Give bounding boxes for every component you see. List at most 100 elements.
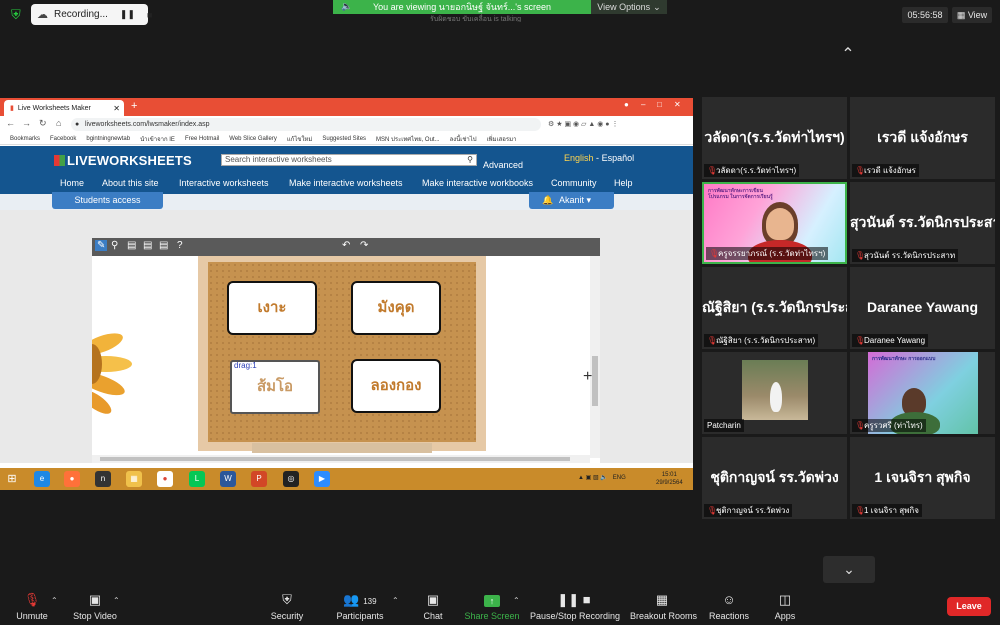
crosshair-cursor-icon: + xyxy=(583,368,593,385)
window-close-icon[interactable]: ✕ xyxy=(674,100,681,109)
save-tool-icon[interactable]: ▤ xyxy=(159,240,168,251)
firefox-icon[interactable]: ● xyxy=(64,471,80,487)
word-card[interactable]: เงาะ xyxy=(227,281,317,335)
audio-options-caret-icon[interactable]: ⌃ xyxy=(51,596,58,605)
menu-make-workbooks[interactable]: Make interactive workbooks xyxy=(422,178,533,188)
participant-tile-speaking[interactable]: การพัฒนาทักษะการเขียนโปรแกรม ในการจัดการ… xyxy=(702,182,847,264)
bookmark-item[interactable]: Facebook xyxy=(50,136,76,142)
profile-dot-icon[interactable]: ● xyxy=(624,100,629,109)
reactions-button[interactable]: ☺ Reactions xyxy=(708,592,750,622)
participant-tile[interactable]: 1 เจนจิรา สุพกิจ 🎙 1 เจนจิรา สุพกิจ xyxy=(850,437,995,519)
search-icon[interactable]: ⚲ xyxy=(467,155,473,165)
participant-tile[interactable]: ชุติกาญจน์ รร.วัดพ่วง 🎙 ชุติกาญจน์ รร.วัด… xyxy=(702,437,847,519)
unmute-button[interactable]: 🎙 Unmute xyxy=(14,592,50,622)
view-options-button[interactable]: View Options ⌄ xyxy=(591,0,667,14)
bookmark-item[interactable]: Free Hotmail xyxy=(185,136,219,142)
stop-recording-icon[interactable]: ■ xyxy=(147,10,152,20)
user-menu-button[interactable]: 🔔 Akanit ▾ xyxy=(529,192,614,209)
security-button[interactable]: ⛨ Security xyxy=(268,592,306,622)
browser-tab[interactable]: ▮ Live Worksheets Maker ✕ xyxy=(4,100,124,116)
word-card[interactable]: ลองกอง xyxy=(351,359,441,413)
horizontal-scroll-thumb[interactable] xyxy=(100,457,570,461)
participant-tile[interactable]: Daranee Yawang 🎙 Daranee Yawang xyxy=(850,267,995,349)
extensions-icons[interactable]: ⚙ ★ ▣ ◉ ▱ ▲ ◉ ● ⋮ xyxy=(548,120,618,128)
drag-card[interactable]: drag:1 ส้มโอ xyxy=(230,360,320,414)
preview-tool-icon[interactable]: ⚲ xyxy=(111,240,118,251)
site-logo[interactable]: LIVEWORKSHEETS xyxy=(54,153,192,168)
video-options-caret-icon[interactable]: ⌃ xyxy=(113,596,120,605)
bookmark-item[interactable]: แก้ไขใหม่ xyxy=(287,134,312,144)
advanced-search-link[interactable]: Advanced xyxy=(483,160,523,170)
explorer-icon[interactable]: ▦ xyxy=(126,471,142,487)
participants-button[interactable]: 👥 139 Participants xyxy=(335,592,385,622)
settings-tool-icon[interactable]: ▤ xyxy=(143,240,152,251)
participant-tile[interactable]: วลัดดา(ร.ร.วัดท่าไทรฯ) 🎙 วลัดดา(ร.ร.วัดท่… xyxy=(702,97,847,179)
zoom-icon[interactable]: ▶ xyxy=(314,471,330,487)
gallery-scroll-up-icon[interactable]: ⌃ xyxy=(835,47,861,63)
word-icon[interactable]: W xyxy=(220,471,236,487)
bookmark-item[interactable]: MSN ประเทศไทย, Out... xyxy=(376,134,440,144)
leave-button[interactable]: Leave xyxy=(947,597,991,616)
share-screen-button[interactable]: ↑ Share Screen xyxy=(464,592,520,622)
ie-icon[interactable]: e xyxy=(34,471,50,487)
url-field[interactable]: ● liveworksheets.com/lwsmaker/index.asp xyxy=(71,118,541,131)
pause-stop-recording-button[interactable]: ❚❚ ■ Pause/Stop Recording xyxy=(530,592,620,622)
pause-recording-icon[interactable]: ❚❚ xyxy=(120,9,135,20)
students-access-button[interactable]: Students access xyxy=(52,192,163,209)
participant-tile[interactable]: Patcharin xyxy=(702,352,847,434)
participant-tile[interactable]: ณัฐิสิยา (ร.ร.วัดนิกรประสาท) 🎙ณัฐิสิยา (… xyxy=(702,267,847,349)
gallery-scroll-down-icon[interactable]: ⌄ xyxy=(823,556,875,583)
site-search-input[interactable]: Search interactive worksheets ⚲ xyxy=(221,154,477,166)
bookmark-item[interactable]: เพิ่มเสอรมา xyxy=(487,134,517,144)
tab-close-icon[interactable]: ✕ xyxy=(113,104,120,113)
new-tab-icon[interactable]: + xyxy=(131,100,137,112)
word-card[interactable]: มังคุด xyxy=(351,281,441,335)
powerpoint-icon[interactable]: P xyxy=(251,471,267,487)
menu-about[interactable]: About this site xyxy=(102,178,159,188)
breakout-rooms-button[interactable]: ▦ Breakout Rooms xyxy=(630,592,697,622)
windows-start-icon[interactable]: ⊞ xyxy=(4,471,20,487)
bookmark-item[interactable]: bgintningnewtab xyxy=(86,136,130,142)
bookmark-item[interactable]: Suggested Sites xyxy=(322,136,366,142)
obs-icon[interactable]: ◎ xyxy=(283,471,299,487)
worksheet-canvas[interactable]: เงาะ มังคุด drag:1 ส้มโอ ลองกอง xyxy=(92,256,600,463)
bookmark-item[interactable]: ลงนี้เช่าไป xyxy=(450,134,477,144)
chat-button[interactable]: ▣ Chat xyxy=(420,592,446,622)
back-icon[interactable]: ← xyxy=(6,118,15,128)
chrome-icon[interactable]: ● xyxy=(157,471,173,487)
apps-button[interactable]: ◫ Apps xyxy=(772,592,798,622)
redo-icon[interactable]: ↷ xyxy=(360,240,368,251)
menu-community[interactable]: Community xyxy=(551,178,597,188)
input-lang[interactable]: ENG xyxy=(613,475,626,481)
menu-help[interactable]: Help xyxy=(614,178,633,188)
help-tool-icon[interactable]: ? xyxy=(177,240,183,251)
lang-spanish-link[interactable]: Español xyxy=(602,153,635,163)
bookmark-item[interactable]: นำเข้าจาก IE xyxy=(140,134,175,144)
home-icon[interactable]: ⌂ xyxy=(56,118,61,128)
forward-icon[interactable]: → xyxy=(22,118,31,128)
nox-icon[interactable]: n xyxy=(95,471,111,487)
line-icon[interactable]: L xyxy=(189,471,205,487)
share-options-caret-icon[interactable]: ⌃ xyxy=(513,596,520,605)
edit-tool-icon[interactable]: ✎ xyxy=(95,240,108,251)
maximize-icon[interactable]: □ xyxy=(657,100,662,109)
bell-icon[interactable]: 🔔 xyxy=(542,192,553,209)
security-shield-icon[interactable]: ⛨ xyxy=(11,7,25,23)
participant-tile[interactable]: การพัฒนาทักษะ การออกแบบ 🎙 ครูรวศรี (ท่าไท… xyxy=(850,352,995,434)
undo-icon[interactable]: ↶ xyxy=(342,240,350,251)
participants-options-caret-icon[interactable]: ⌃ xyxy=(392,596,399,605)
reload-icon[interactable]: ↻ xyxy=(39,118,47,129)
vertical-scroll-thumb[interactable] xyxy=(592,356,598,406)
bookmark-item[interactable]: Web Slice Gallery xyxy=(229,136,277,142)
bookmark-item[interactable]: Bookmarks xyxy=(10,136,40,142)
menu-interactive-worksheets[interactable]: Interactive worksheets xyxy=(179,178,269,188)
view-button[interactable]: ▦ View xyxy=(952,7,992,23)
menu-make-worksheets[interactable]: Make interactive worksheets xyxy=(289,178,403,188)
share-screen-label: Share Screen xyxy=(464,611,520,621)
page-tool-icon[interactable]: ▤ xyxy=(127,240,136,251)
menu-home[interactable]: Home xyxy=(60,178,84,188)
minimize-icon[interactable]: – xyxy=(641,100,645,109)
lang-english-link[interactable]: English xyxy=(564,153,594,163)
participant-tile[interactable]: สุวนันต์ รร.วัดนิกรประสาท 🎙 สุวนันต์ รร.ว… xyxy=(850,182,995,264)
participant-tile[interactable]: เรวดี แจ้งอักษร 🎙 เรวดี แจ้งอักษร xyxy=(850,97,995,179)
